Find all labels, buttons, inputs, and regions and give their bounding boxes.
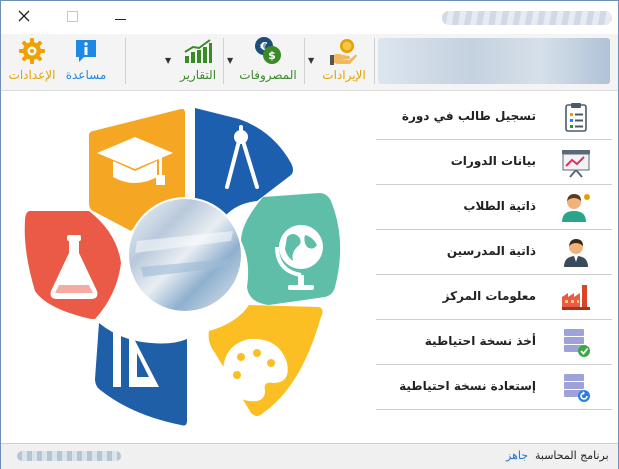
clipboard-checklist-icon bbox=[560, 101, 592, 133]
close-button[interactable] bbox=[1, 1, 47, 34]
status-state: جاهز bbox=[506, 449, 529, 462]
ribbon-separator bbox=[374, 38, 375, 84]
revenues-dropdown-arrow[interactable]: ▼ bbox=[308, 56, 314, 65]
app-logo-blurred bbox=[378, 38, 610, 84]
menu-item-label: تسجيل طالب في دورة bbox=[401, 109, 536, 123]
settings-button[interactable]: الإعدادات bbox=[7, 36, 57, 88]
reports-button[interactable]: التقارير bbox=[175, 36, 221, 88]
status-app-name: برنامج المحاسبة bbox=[535, 449, 609, 462]
window-title-blurred bbox=[442, 11, 612, 25]
minimize-button[interactable] bbox=[97, 1, 143, 34]
menu-item-label: إستعادة نسخة احتياطية bbox=[399, 379, 536, 393]
main-menu: تسجيل طالب في دورة بيانات الدورات ذاتية … bbox=[376, 95, 612, 410]
menu-item-label: أخذ نسخة احتياطية bbox=[424, 334, 536, 348]
ribbon-toolbar: الإعدادات مساعدة ▼ التقارير ▼ € $ المصرو… bbox=[1, 34, 618, 91]
ribbon-separator bbox=[304, 38, 305, 84]
center-logo-blurred bbox=[127, 197, 243, 313]
expenses-button[interactable]: € $ المصروفات bbox=[237, 36, 299, 88]
ribbon-separator bbox=[125, 38, 126, 84]
help-button[interactable]: مساعدة bbox=[63, 36, 109, 88]
maximize-icon bbox=[66, 10, 78, 25]
teacher-icon bbox=[560, 236, 592, 268]
minimize-icon bbox=[114, 11, 126, 24]
database-restore-icon bbox=[560, 371, 592, 403]
hand-coin-icon bbox=[328, 36, 360, 66]
close-icon bbox=[18, 10, 30, 25]
status-info-blurred bbox=[17, 451, 121, 461]
settings-label: الإعدادات bbox=[8, 68, 56, 82]
education-wheel-graphic bbox=[1, 91, 373, 443]
bar-chart-icon bbox=[182, 36, 214, 66]
menu-item-label: بيانات الدورات bbox=[450, 154, 536, 168]
menu-item-course-data[interactable]: بيانات الدورات bbox=[376, 140, 612, 185]
gear-icon bbox=[16, 36, 48, 66]
menu-item-label: معلومات المركز bbox=[442, 289, 536, 303]
app-window: الإعدادات مساعدة ▼ التقارير ▼ € $ المصرو… bbox=[0, 0, 619, 469]
title-bar bbox=[1, 1, 618, 34]
menu-item-restore[interactable]: إستعادة نسخة احتياطية bbox=[376, 365, 612, 410]
menu-item-label: ذاتية المدرسين bbox=[446, 244, 536, 258]
currency-exchange-icon: € $ bbox=[252, 36, 284, 66]
expenses-label: المصروفات bbox=[239, 68, 297, 82]
menu-item-register-student[interactable]: تسجيل طالب في دورة bbox=[376, 95, 612, 140]
student-icon bbox=[560, 191, 592, 223]
revenues-label: الإيرادات bbox=[322, 68, 366, 82]
expenses-dropdown-arrow[interactable]: ▼ bbox=[227, 56, 233, 65]
database-backup-icon bbox=[560, 326, 592, 358]
reports-dropdown-arrow[interactable]: ▼ bbox=[165, 56, 171, 65]
menu-item-backup[interactable]: أخذ نسخة احتياطية bbox=[376, 320, 612, 365]
factory-icon bbox=[560, 281, 592, 313]
info-icon bbox=[70, 36, 102, 66]
help-label: مساعدة bbox=[65, 68, 107, 82]
menu-item-label: ذاتية الطلاب bbox=[463, 199, 536, 213]
ribbon-separator bbox=[223, 38, 224, 84]
svg-text:$: $ bbox=[268, 49, 276, 62]
reports-label: التقارير bbox=[179, 68, 217, 82]
menu-item-center-info[interactable]: معلومات المركز bbox=[376, 275, 612, 320]
status-bar: جاهز برنامج المحاسبة bbox=[1, 443, 618, 469]
menu-item-student-profiles[interactable]: ذاتية الطلاب bbox=[376, 185, 612, 230]
maximize-button[interactable] bbox=[49, 1, 95, 34]
presentation-chart-icon bbox=[560, 146, 592, 178]
menu-item-teacher-profiles[interactable]: ذاتية المدرسين bbox=[376, 230, 612, 275]
revenues-button[interactable]: الإيرادات bbox=[317, 36, 371, 88]
